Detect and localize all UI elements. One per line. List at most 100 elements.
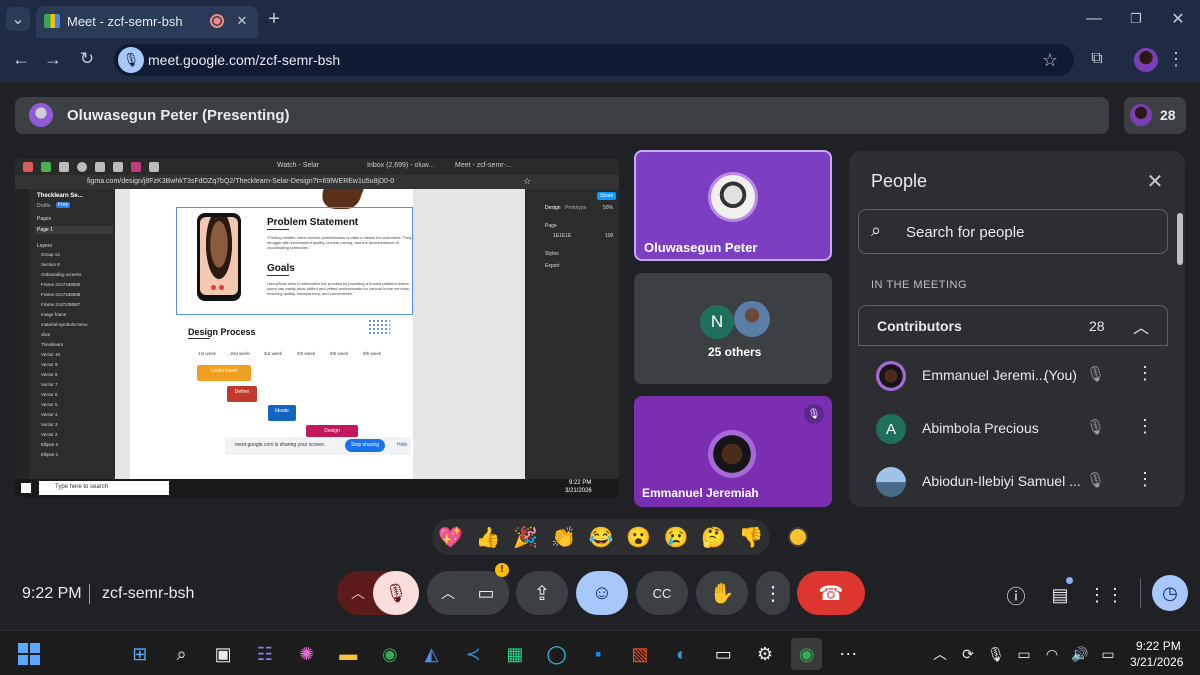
taskbar-time[interactable]: 9:22 PM — [1136, 639, 1181, 653]
mic-permission-icon[interactable]: 🎙 — [118, 47, 144, 73]
chrome-active-icon[interactable]: ◉ — [790, 638, 823, 670]
people-search-field[interactable]: ⌕ Search for people — [858, 209, 1168, 254]
problem-statement-title: Problem Statement — [267, 217, 359, 228]
emoji-reactions-button[interactable]: ☺ — [576, 571, 628, 615]
reaction-clap[interactable]: 👏 — [545, 525, 583, 550]
windows-start-icon[interactable] — [18, 643, 40, 665]
inner-tab-icon — [59, 162, 69, 172]
mic-options-chevron-icon[interactable]: ︿ — [351, 583, 365, 603]
captions-button[interactable]: CC — [636, 571, 688, 615]
profile-avatar[interactable] — [1134, 48, 1158, 72]
contributors-group[interactable]: Contributors 28 ︿ — [858, 305, 1168, 345]
camera-options-chevron-icon[interactable]: ︿ — [441, 583, 455, 603]
pycharm-icon[interactable]: ▦ — [499, 638, 531, 670]
chrome-profile-icon[interactable]: ◉ — [374, 638, 406, 670]
extensions-icon[interactable]: ⧉ — [1084, 46, 1110, 72]
taskbar-date[interactable]: 3/21/2026 — [1130, 655, 1183, 669]
more-options-icon[interactable]: ⋮ — [1136, 363, 1154, 384]
reaction-thumbs-up[interactable]: 👍 — [470, 525, 508, 550]
figma-styles-label: Styles — [545, 251, 559, 257]
phone-call-button — [219, 285, 224, 290]
settings-app-icon[interactable]: ⚙ — [749, 638, 781, 670]
start-menu-icon[interactable]: ⊞ — [124, 638, 156, 670]
address-bar[interactable]: 🎙 meet.google.com/zcf-semr-bsh ☆ — [114, 44, 1074, 76]
phase-define: Define — [227, 386, 257, 402]
new-tab-button[interactable]: + — [262, 7, 286, 31]
app-blue-icon[interactable]: ▪ — [582, 638, 614, 670]
more-options-button[interactable]: ⋮ — [756, 571, 790, 615]
tray-volume-icon[interactable]: 🔊 — [1070, 638, 1090, 670]
reaction-heart[interactable]: 💖 — [432, 525, 470, 550]
present-screen-button[interactable]: ⇪ — [516, 571, 568, 615]
alexa-icon[interactable]: ◯ — [541, 638, 573, 670]
close-tab-icon[interactable]: ✕ — [232, 11, 252, 31]
meet-favicon-icon — [44, 14, 60, 28]
taskbar-search-icon[interactable]: ⌕ — [166, 638, 198, 670]
store-icon[interactable]: ▧ — [624, 638, 656, 670]
minimize-icon[interactable]: — — [1080, 7, 1108, 31]
remote-desktop-icon[interactable]: ▭ — [707, 638, 739, 670]
person-row-abimbola[interactable]: A Abimbola Precious 🎙 ⋮ — [858, 402, 1168, 454]
restore-icon[interactable]: ❐ — [1122, 7, 1150, 31]
vscode-icon[interactable]: ≺ — [457, 638, 489, 670]
edge-icon[interactable]: ◐ — [666, 638, 698, 670]
tray-sync-icon[interactable]: ⟳ — [958, 638, 978, 670]
goals-underline — [267, 275, 289, 276]
close-window-icon[interactable]: ✕ — [1164, 7, 1192, 31]
reaction-laugh[interactable]: 😂 — [582, 525, 620, 550]
skin-tone-picker[interactable] — [788, 527, 808, 547]
tray-battery-icon[interactable]: ▭ — [1098, 638, 1118, 670]
inner-tab-icon — [149, 162, 159, 172]
reaction-sad[interactable]: 😢 — [657, 525, 695, 550]
stop-sharing-button[interactable]: Stop sharing — [345, 439, 386, 452]
back-icon[interactable]: ← — [8, 46, 34, 72]
panel-scrollbar[interactable] — [1177, 213, 1183, 265]
reaction-party[interactable]: 🎉 — [507, 525, 545, 550]
camera-toggle-button[interactable]: ▭ — [463, 571, 509, 615]
people-panel: People ✕ ⌕ Search for people IN THE MEET… — [849, 151, 1185, 507]
leave-call-button[interactable]: ☎ — [797, 571, 865, 615]
week-label: 2nd week — [230, 351, 250, 356]
reload-icon[interactable]: ↻ — [74, 46, 100, 72]
tile-others[interactable]: N 25 others — [634, 273, 832, 384]
problem-statement-body: "Finding reliable home service professio… — [267, 235, 412, 250]
chrome-menu-icon[interactable]: ⋮ — [1164, 46, 1188, 72]
copilot-icon[interactable]: ✺ — [291, 638, 323, 670]
tile-emmanuel[interactable]: 🎙 Emmanuel Jeremiah — [634, 396, 832, 507]
file-explorer-icon[interactable]: ▬ — [332, 638, 364, 670]
person-row-abiodun[interactable]: Abiodun-Ilebiyi Samuel ... 🎙 ⋮ — [858, 455, 1168, 505]
meeting-details-icon[interactable]: ⓘ — [1002, 581, 1030, 609]
reaction-thumbs-down[interactable]: 👎 — [732, 525, 770, 550]
forward-icon[interactable]: → — [40, 46, 66, 72]
tray-chevron-icon[interactable]: ︿ — [930, 638, 950, 670]
app-icon[interactable]: ◭ — [416, 638, 448, 670]
inner-windows-icon — [21, 483, 31, 493]
reaction-surprised[interactable]: 😮 — [620, 525, 658, 550]
figma-page-opacity: 100 — [605, 233, 614, 239]
taskbar-overflow-icon[interactable]: ⋯ — [832, 638, 864, 670]
more-options-icon[interactable]: ⋮ — [1136, 416, 1154, 437]
chat-icon[interactable]: ▤ — [1046, 581, 1074, 609]
raise-hand-button[interactable]: ✋ — [696, 571, 748, 615]
mic-toggle-button[interactable]: 🎙 — [373, 571, 419, 615]
tray-keyboard-icon[interactable]: ▭ — [1014, 638, 1034, 670]
reaction-thinking[interactable]: 🤔 — [695, 525, 733, 550]
person-avatar-abiodun — [876, 467, 906, 497]
taskbar-apps: ⊞ ⌕ ▣ ☷ ✺ ▬ ◉ ◭ ≺ ▦ ◯ ▪ ▧ ◐ ▭ ⚙ ◉ ⋯ — [124, 637, 864, 671]
tab-search-icon[interactable]: ⌄ — [6, 7, 30, 31]
bookmark-star-icon[interactable]: ☆ — [1038, 48, 1062, 72]
tray-wifi-icon[interactable]: ◠ — [1042, 638, 1062, 670]
task-view-icon[interactable]: ▣ — [207, 638, 239, 670]
tab-meet[interactable]: Meet - zcf-semr-bsh ✕ — [36, 6, 258, 38]
close-panel-icon[interactable]: ✕ — [1141, 167, 1169, 195]
tray-mic-icon[interactable]: 🎙 — [986, 638, 1006, 670]
teams-icon[interactable]: ☷ — [249, 638, 281, 670]
tile-oluwasegun[interactable]: Oluwasegun Peter — [634, 150, 832, 261]
more-options-icon[interactable]: ⋮ — [1136, 469, 1154, 490]
person-row-you[interactable]: Emmanuel Jeremi... (You) 🎙 ⋮ — [858, 349, 1168, 401]
participants-button[interactable]: 28 — [1124, 97, 1186, 134]
chevron-up-icon[interactable]: ︿ — [1133, 314, 1149, 338]
host-controls-icon[interactable]: ◷ — [1152, 575, 1188, 611]
activities-icon[interactable]: ⋮⋮ — [1088, 581, 1124, 609]
hide-link[interactable]: Hide — [397, 442, 407, 448]
